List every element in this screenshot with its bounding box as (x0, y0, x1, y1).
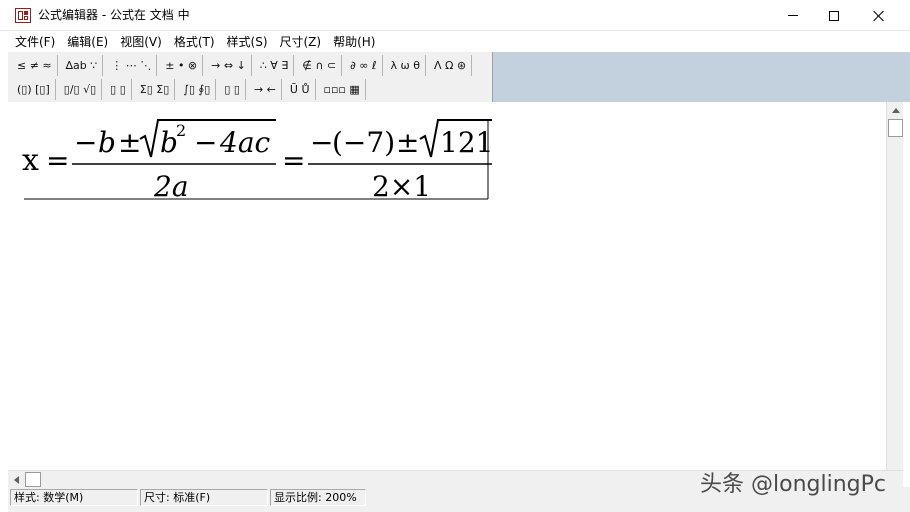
embellishments-button[interactable]: ⋮ ⋯ ⋱ (106, 54, 158, 76)
scroll-up-button[interactable] (887, 102, 904, 119)
numerator2-minus: − (310, 126, 333, 159)
menu-help[interactable]: 帮助(H) (327, 33, 381, 51)
greek-lowercase-button[interactable]: λ ω θ (386, 54, 426, 76)
quadratic-formula: x = − b ± b 2 − 4ac 2a = − (−7) ± 121 2×… (22, 119, 492, 200)
vertical-scrollbar[interactable] (886, 102, 903, 470)
fence-templates-button[interactable]: (▯) [▯] (12, 78, 56, 100)
relational-symbols-button[interactable]: ≤ ≠ ≈ (12, 54, 58, 76)
formula-lhs-variable: x (22, 143, 39, 178)
labeled-arrow-templates-button[interactable]: → ← (249, 78, 282, 100)
maximize-button[interactable] (811, 0, 857, 31)
matrix-templates-button[interactable]: ▫▫▫ ▦ (319, 78, 366, 100)
arrow-left-icon (14, 475, 19, 484)
radicand-term: 4ac (219, 126, 271, 159)
integral-templates-button[interactable]: ∫▯ ∮▯ (178, 78, 217, 100)
arrow-symbols-button[interactable]: → ⇔ ↓ (206, 54, 252, 76)
status-size: 尺寸: 标准(F) (140, 489, 268, 506)
summation-templates-button[interactable]: Σ▯ Σ▯ (135, 78, 176, 100)
denominator-2: 2×1 (372, 170, 431, 200)
menu-view[interactable]: 视图(V) (114, 33, 168, 51)
vertical-scroll-thumb[interactable] (888, 119, 903, 137)
logical-symbols-button[interactable]: ∴ ∀ ∃ (255, 54, 295, 76)
arrow-up-icon (891, 108, 900, 113)
greek-uppercase-button[interactable]: Λ Ω ⊛ (429, 54, 473, 76)
equation-editor-app-icon[interactable] (15, 8, 31, 23)
template-palette-row: (▯) [▯] ▯/▯ √▯ ▯ ▯ Σ▯ Σ▯ ∫▯ ∮▯ ▯ ▯ → ← Ū… (12, 77, 369, 101)
radicand-minus: − (194, 126, 217, 159)
horizontal-scroll-thumb[interactable] (25, 472, 41, 487)
menu-format[interactable]: 格式(T) (168, 33, 221, 51)
watermark-text: 头条 @longlingPc (700, 472, 886, 497)
misc-symbols-button[interactable]: ∂ ∞ ℓ (345, 54, 383, 76)
symbol-palette: ≤ ≠ ≈ ∆ab ∵ ⋮ ⋯ ⋱ ± • ⊗ → ⇔ ↓ ∴ ∀ ∃ ∉ ∩ … (8, 52, 493, 102)
maximize-icon (829, 10, 839, 21)
status-zoom: 显示比例: 200% (270, 489, 366, 506)
numerator2-paren: (−7) (332, 126, 395, 159)
numerator2-radicand: 121 (440, 126, 492, 159)
scroll-left-button[interactable] (8, 471, 25, 488)
radicand-exponent: 2 (176, 121, 186, 140)
symbol-palette-row: ≤ ≠ ≈ ∆ab ∵ ⋮ ⋯ ⋱ ± • ⊗ → ⇔ ↓ ∴ ∀ ∃ ∉ ∩ … (12, 53, 475, 77)
operator-symbols-button[interactable]: ± • ⊗ (160, 54, 204, 76)
formula-equals-sign-2: = (282, 144, 305, 177)
numerator-b: b (98, 126, 116, 159)
close-icon (873, 10, 885, 22)
minimize-icon (788, 15, 798, 16)
numerator2-plus-minus: ± (396, 126, 419, 159)
toolbar-area: ≤ ≠ ≈ ∆ab ∵ ⋮ ⋯ ⋱ ± • ⊗ → ⇔ ↓ ∴ ∀ ∃ ∉ ∩ … (8, 52, 910, 102)
menu-style[interactable]: 样式(S) (221, 33, 274, 51)
numerator-minus: − (74, 126, 97, 159)
status-style: 样式: 数学(M) (10, 489, 138, 506)
fraction-radical-templates-button[interactable]: ▯/▯ √▯ (59, 78, 103, 100)
menu-file[interactable]: 文件(F) (9, 33, 61, 51)
menu-bar: 文件(F) 编辑(E) 视图(V) 格式(T) 样式(S) 尺寸(Z) 帮助(H… (0, 31, 910, 52)
formula-equals-sign: = (46, 144, 69, 177)
window-title: 公式编辑器 - 公式在 文档 中 (38, 8, 190, 22)
spaces-ellipses-button[interactable]: ∆ab ∵ (61, 54, 104, 76)
products-set-theory-templates-button[interactable]: Ū Ů (285, 78, 316, 100)
menu-size[interactable]: 尺寸(Z) (274, 33, 328, 51)
underbar-overbar-templates-button[interactable]: ▯ ▯ (219, 78, 246, 100)
subscript-superscript-templates-button[interactable]: ▯ ▯ (105, 78, 132, 100)
close-button[interactable] (856, 0, 902, 31)
numerator-plus-minus: ± (118, 126, 141, 159)
equation-document-area[interactable]: x = − b ± b 2 − 4ac 2a = − (−7) ± 121 2×… (8, 102, 886, 470)
minimize-button[interactable] (770, 0, 816, 31)
menu-edit[interactable]: 编辑(E) (61, 33, 114, 51)
set-theory-symbols-button[interactable]: ∉ ∩ ⊂ (297, 54, 343, 76)
denominator-1: 2a (153, 170, 189, 200)
title-bar: 公式编辑器 - 公式在 文档 中 (0, 0, 910, 31)
